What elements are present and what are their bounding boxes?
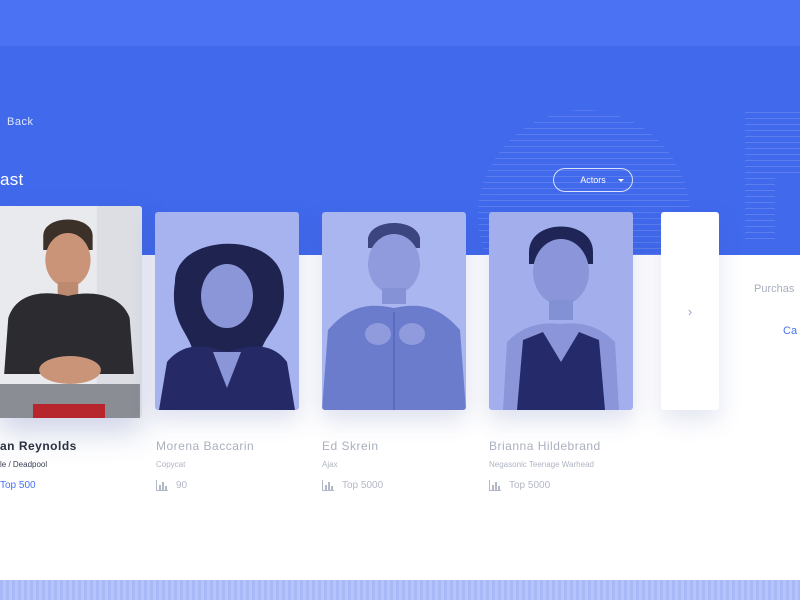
- next-button[interactable]: ›: [661, 212, 719, 410]
- cast-card-photo[interactable]: [0, 206, 142, 418]
- actor-role: Negasonic Teenage Warhead: [489, 460, 594, 469]
- actor-name: Ed Skrein: [322, 439, 379, 453]
- bar-chart-icon: [322, 480, 334, 491]
- actor-photo: [0, 206, 142, 418]
- actor-name: Brianna Hildebrand: [489, 439, 601, 453]
- actor-photo: [489, 212, 633, 410]
- actor-role: Copycat: [156, 460, 186, 469]
- filter-label: Actors: [580, 175, 606, 185]
- actor-rank: Top 5000: [322, 480, 383, 491]
- purchase-link[interactable]: Ca: [783, 325, 797, 337]
- bottom-bar: [0, 580, 800, 600]
- chevron-left-icon: [0, 120, 4, 124]
- actor-rank: Top 500: [0, 480, 36, 491]
- rank-value: Top 5000: [509, 480, 551, 491]
- cast-card-photo[interactable]: [322, 212, 466, 410]
- page-title: ast: [0, 170, 24, 189]
- back-link[interactable]: Back: [0, 116, 33, 128]
- actors-filter-dropdown[interactable]: Actors: [553, 168, 633, 192]
- decorative-stripes-mask: [775, 178, 800, 242]
- actor-role: le / Deadpool: [0, 460, 48, 469]
- actor-rank: 90: [156, 480, 187, 491]
- actor-photo: [155, 212, 299, 410]
- back-label: Back: [7, 116, 34, 128]
- actor-name: Morena Baccarin: [156, 439, 255, 453]
- purchase-label: Purchas: [754, 283, 795, 295]
- rank-value: Top 500: [0, 480, 36, 491]
- actor-name: an Reynolds: [0, 439, 77, 453]
- actor-photo: [322, 212, 466, 410]
- actor-role: Ajax: [322, 460, 338, 469]
- rank-value: 90: [176, 480, 188, 491]
- actor-rank: Top 5000: [489, 480, 550, 491]
- bar-chart-icon: [489, 480, 501, 491]
- rank-value: Top 5000: [342, 480, 384, 491]
- cast-card-photo[interactable]: [155, 212, 299, 410]
- chevron-right-icon: ›: [687, 303, 693, 319]
- top-bar: [0, 0, 800, 46]
- caret-down-icon: [618, 179, 624, 182]
- bar-chart-icon: [156, 480, 168, 491]
- cast-card-photo[interactable]: [489, 212, 633, 410]
